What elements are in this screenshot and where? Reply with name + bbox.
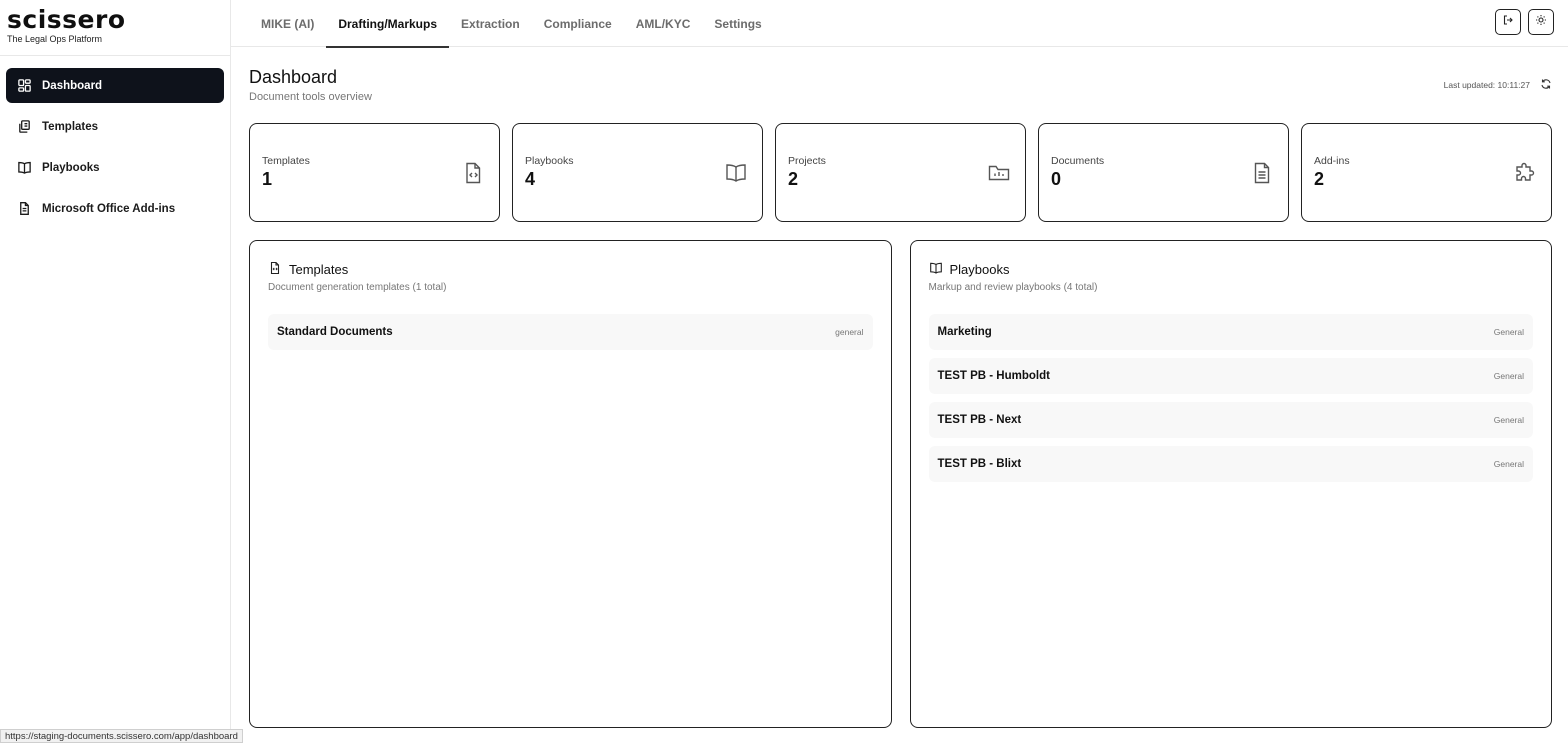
book-icon bbox=[929, 261, 950, 278]
theme-toggle-button[interactable] bbox=[1528, 9, 1554, 35]
list-item[interactable]: Marketing General bbox=[928, 314, 1533, 350]
tab-aml-kyc[interactable]: AML/KYC bbox=[624, 0, 703, 47]
item-tag: General bbox=[1493, 371, 1524, 381]
item-tag: General bbox=[1493, 459, 1524, 469]
item-name: TEST PB - Next bbox=[937, 414, 1022, 426]
book-icon bbox=[724, 161, 748, 185]
sidebar-item-dashboard[interactable]: Dashboard bbox=[6, 68, 224, 103]
sidebar: scissero The Legal Ops Platform Dashboar… bbox=[0, 0, 231, 743]
tagline: The Legal Ops Platform bbox=[7, 34, 103, 44]
top-nav: MIKE (AI) Drafting/Markups Extraction Co… bbox=[231, 0, 1568, 48]
list-item[interactable]: TEST PB - Next General bbox=[928, 402, 1533, 438]
templates-panel: Templates Document generation templates … bbox=[249, 240, 892, 728]
sidebar-item-label: Microsoft Office Add-ins bbox=[42, 202, 176, 215]
playbooks-panel: Playbooks Markup and review playbooks (4… bbox=[909, 240, 1552, 728]
sun-icon bbox=[1535, 13, 1547, 31]
folder-chart-icon bbox=[987, 161, 1011, 185]
panel-header: Templates bbox=[268, 261, 873, 278]
list-item[interactable]: Standard Documents general bbox=[268, 314, 873, 350]
refresh-icon[interactable] bbox=[1530, 78, 1552, 92]
templates-list: Standard Documents general bbox=[268, 314, 873, 350]
item-name: TEST PB - Blixt bbox=[937, 458, 1022, 470]
page-title: Dashboard bbox=[249, 67, 338, 87]
tab-extraction[interactable]: Extraction bbox=[449, 0, 532, 47]
tab-drafting-markups[interactable]: Drafting/Markups bbox=[326, 0, 449, 48]
code-file-icon bbox=[461, 161, 485, 185]
last-updated-text: Last updated: 10:11:27 bbox=[1443, 80, 1530, 90]
main-content: Dashboard Document tools overview Last u… bbox=[249, 47, 1552, 728]
top-actions bbox=[1495, 9, 1554, 35]
sidebar-item-playbooks[interactable]: Playbooks bbox=[6, 150, 224, 185]
playbooks-list: Marketing General TEST PB - Humboldt Gen… bbox=[928, 314, 1533, 482]
page-subtitle: Document tools overview bbox=[249, 91, 372, 103]
status-bar-url: https://staging-documents.scissero.com/a… bbox=[0, 729, 243, 743]
stat-card-projects[interactable]: Projects 2 bbox=[775, 123, 1026, 222]
stat-cards: Templates 1 Playbooks 4 Projects 2 Docum… bbox=[249, 123, 1552, 222]
sidebar-item-templates[interactable]: Templates bbox=[6, 109, 224, 144]
stat-card-addins[interactable]: Add-ins 2 bbox=[1301, 123, 1552, 222]
list-item[interactable]: TEST PB - Humboldt General bbox=[928, 358, 1533, 394]
tab-settings[interactable]: Settings bbox=[702, 0, 773, 47]
panel-header: Playbooks bbox=[929, 261, 1534, 278]
brand: scissero The Legal Ops Platform bbox=[0, 0, 230, 56]
sidebar-item-label: Dashboard bbox=[42, 79, 103, 92]
sidebar-item-label: Templates bbox=[42, 120, 99, 133]
panel-subtitle: Markup and review playbooks (4 total) bbox=[928, 282, 1098, 293]
stat-card-templates[interactable]: Templates 1 bbox=[249, 123, 500, 222]
templates-icon bbox=[16, 119, 32, 135]
tab-compliance[interactable]: Compliance bbox=[532, 0, 624, 47]
panel-subtitle: Document generation templates (1 total) bbox=[268, 282, 447, 293]
sidebar-item-office-addins[interactable]: Microsoft Office Add-ins bbox=[6, 191, 224, 226]
logout-button[interactable] bbox=[1495, 9, 1521, 35]
logout-icon bbox=[1502, 13, 1514, 31]
item-tag: General bbox=[1493, 327, 1524, 337]
logo[interactable]: scissero bbox=[7, 7, 230, 33]
last-updated: Last updated: 10:11:27 bbox=[1444, 78, 1552, 92]
item-name: Standard Documents bbox=[277, 326, 393, 338]
item-name: Marketing bbox=[937, 326, 992, 338]
stat-card-documents[interactable]: Documents 0 bbox=[1038, 123, 1289, 222]
dashboard-grid-icon bbox=[16, 78, 32, 94]
document-icon bbox=[1250, 161, 1274, 185]
tab-bar: MIKE (AI) Drafting/Markups Extraction Co… bbox=[231, 0, 774, 48]
tab-mike-ai[interactable]: MIKE (AI) bbox=[249, 0, 326, 47]
panel-title: Templates bbox=[289, 262, 349, 277]
item-tag: general bbox=[835, 327, 864, 337]
sidebar-nav: Dashboard Templates Playbooks Microsoft … bbox=[0, 56, 230, 226]
document-icon bbox=[16, 201, 32, 217]
list-item[interactable]: TEST PB - Blixt General bbox=[928, 446, 1533, 482]
sidebar-item-label: Playbooks bbox=[42, 161, 100, 174]
item-name: TEST PB - Humboldt bbox=[937, 370, 1050, 382]
item-tag: General bbox=[1493, 415, 1524, 425]
code-file-icon bbox=[268, 261, 289, 278]
puzzle-icon bbox=[1513, 161, 1537, 185]
stat-card-playbooks[interactable]: Playbooks 4 bbox=[512, 123, 763, 222]
panel-title: Playbooks bbox=[949, 262, 1010, 277]
book-icon bbox=[16, 160, 32, 176]
panels: Templates Document generation templates … bbox=[249, 240, 1552, 728]
